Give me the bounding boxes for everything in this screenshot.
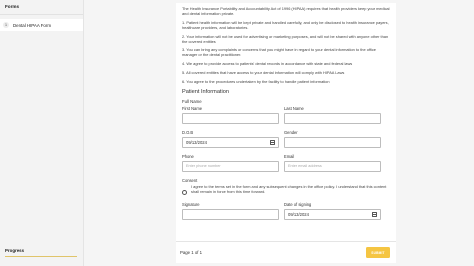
consent-radio[interactable] [182, 189, 187, 195]
date-of-signing-input[interactable]: 09/13/2024 [284, 208, 381, 220]
full-name-label: Full Name [182, 98, 202, 104]
phone-label: Phone [182, 153, 194, 159]
page-indicator: Page 1 of 1 [180, 250, 202, 255]
dob-label: D.O.B [182, 129, 194, 135]
dob-gender-row: D.O.B 09/13/2024 Gender [182, 130, 390, 148]
intro-paragraph: The Health Insurance Portability and Acc… [182, 6, 390, 16]
progress-section: Progress [5, 248, 77, 257]
progress-bar [5, 256, 77, 257]
email-placeholder: Enter email address [288, 164, 322, 169]
policy-item-1: 1. Patient health information will be ke… [182, 19, 389, 30]
phone-placeholder: Enter phone number [186, 164, 221, 169]
consent-option[interactable]: I agree to the terms set in the form and… [182, 183, 390, 195]
dob-value: 09/13/2024 [186, 139, 207, 145]
date-of-signing-label: Date of signing [284, 201, 312, 207]
signature-label: Signature [182, 201, 200, 207]
phone-input[interactable]: Enter phone number [182, 160, 279, 172]
gender-label: Gender [284, 129, 298, 135]
signature-row: Signature Date of signing 09/13/2024 [182, 202, 390, 220]
first-name-label: First Name [182, 105, 203, 111]
sidebar-item-label: Dental HIPAA Form [13, 22, 51, 28]
form-footer: Page 1 of 1 SUBMIT [176, 241, 396, 263]
section-title: Patient Information [182, 88, 229, 95]
submit-button[interactable]: SUBMIT [366, 247, 390, 258]
first-name-input[interactable] [182, 112, 279, 124]
consent-label: Consent [182, 177, 198, 183]
sidebar-item-number: 1 [3, 22, 9, 28]
calendar-icon[interactable] [372, 212, 377, 218]
calendar-icon[interactable] [270, 140, 275, 146]
progress-label: Progress [5, 248, 25, 253]
name-row: First Name Last Name [182, 106, 390, 124]
sidebar-title: Forms [0, 0, 83, 15]
policy-item-3: 3. You can bring any complaints or conce… [182, 47, 376, 58]
last-name-label: Last Name [284, 105, 304, 111]
last-name-input[interactable] [284, 112, 381, 124]
form-panel: The Health Insurance Portability and Acc… [176, 3, 396, 263]
date-of-signing-value: 09/13/2024 [288, 211, 309, 217]
email-input[interactable]: Enter email address [284, 160, 381, 172]
gender-input[interactable] [284, 136, 381, 148]
policy-item-2: 2. Your information will not be used for… [182, 33, 389, 44]
sidebar: Forms 1 Dental HIPAA Form Progress [0, 0, 84, 266]
dob-date-input[interactable]: 09/13/2024 [182, 136, 279, 148]
form-content: The Health Insurance Portability and Acc… [176, 3, 396, 220]
contact-row: Phone Enter phone number Email Enter ema… [182, 154, 390, 172]
sidebar-item-dental-hipaa-form[interactable]: 1 Dental HIPAA Form [0, 19, 83, 31]
policy-item-6: 6. You agree to the procedures undertake… [182, 79, 330, 85]
policy-item-5: 5. All covered entities that have access… [182, 70, 345, 76]
signature-input[interactable] [182, 208, 279, 220]
policy-item-4: 4. We agree to provide access to patient… [182, 61, 353, 67]
email-label: Email [284, 153, 295, 159]
consent-text: I agree to the terms set in the form and… [191, 183, 387, 194]
